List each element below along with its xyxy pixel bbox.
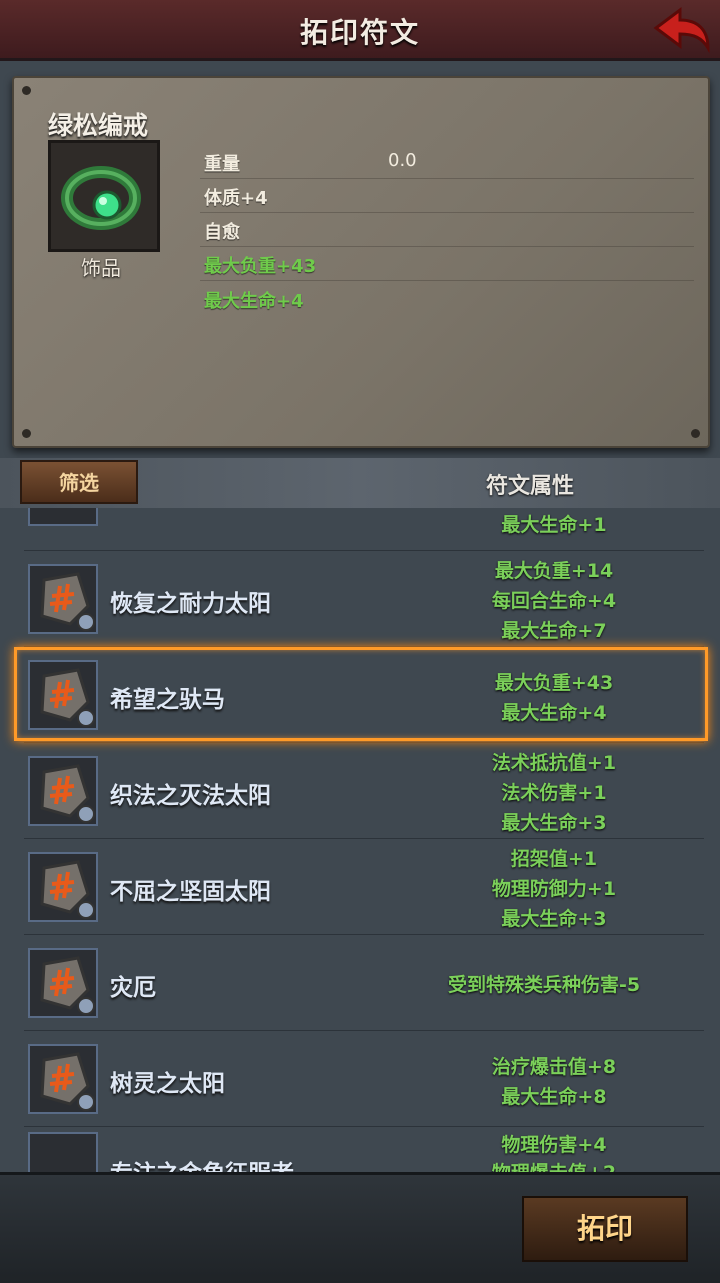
weight-value: 0.0 xyxy=(388,150,417,171)
rivet xyxy=(691,429,700,438)
rune-attr: 物理爆击值+2 xyxy=(404,1158,704,1172)
rune-attr: 最大生命+7 xyxy=(501,620,607,642)
rune-attr: 最大生命+3 xyxy=(501,812,607,834)
divider xyxy=(200,246,694,247)
divider xyxy=(24,1030,704,1031)
rune-stone-icon xyxy=(28,508,98,526)
divider xyxy=(200,212,694,213)
divider xyxy=(24,1126,704,1127)
divider xyxy=(24,742,704,743)
rune-attr: 招架值+1 xyxy=(510,848,598,870)
divider xyxy=(24,550,704,551)
divider xyxy=(200,280,694,281)
rune-stone-icon xyxy=(28,948,98,1018)
list-item[interactable]: 不屈之坚固太阳 招架值+1 物理防御力+1 最大生命+3 xyxy=(24,842,704,936)
filter-button[interactable]: 筛选 xyxy=(20,460,138,504)
rune-stone-icon xyxy=(28,564,98,634)
divider xyxy=(24,838,704,839)
rune-attr: 最大生命+3 xyxy=(501,908,607,930)
selected-row-highlight xyxy=(14,647,708,741)
stamp-button[interactable]: 拓印 xyxy=(522,1196,688,1262)
item-name: 绿松编戒 xyxy=(48,111,149,140)
rune-name: 恢复之耐力太阳 xyxy=(110,591,271,617)
rune-name: 灾厄 xyxy=(110,975,156,1001)
rune-stone-icon xyxy=(28,1132,98,1172)
list-item[interactable]: 专注之金角征服者 物理伤害+4 物理爆击值+2 xyxy=(24,1130,704,1172)
back-button[interactable] xyxy=(650,4,712,54)
rune-attr: 法术抵抗值+1 xyxy=(491,752,617,774)
rune-attr: 治疗爆击值+8 xyxy=(491,1056,617,1078)
divider xyxy=(200,178,694,179)
rune-stone-icon xyxy=(28,852,98,922)
list-item[interactable]: 树灵之太阳 治疗爆击值+8 最大生命+8 xyxy=(24,1034,704,1128)
list-item[interactable]: 织法之灭法太阳 法术抵抗值+1 法术伤害+1 最大生命+3 xyxy=(24,746,704,840)
rune-attr: 最大生命+1 xyxy=(501,514,607,536)
item-type: 饰品 xyxy=(81,256,121,280)
rune-attr: 每回合生命+4 xyxy=(491,590,617,612)
rune-stone-icon xyxy=(28,1044,98,1114)
weight-label: 重量 xyxy=(204,154,240,175)
page-title: 拓印符文 xyxy=(299,16,420,49)
rivet xyxy=(22,86,31,95)
rune-attributes-header: 符文属性 xyxy=(485,474,574,499)
rune-attr: 受到特殊类兵种伤害-5 xyxy=(447,974,641,996)
rune-stone-icon xyxy=(28,756,98,826)
rune-list[interactable]: 最大生命+1 恢复之耐力太阳 最大负重+14 每回合生命+4 最大生命+7 希望… xyxy=(0,508,720,1172)
back-arrow-icon xyxy=(653,7,710,54)
stat-line: 最大生命+4 xyxy=(204,291,304,312)
stat-line: 体质+4 xyxy=(204,188,268,209)
rune-attr: 最大负重+14 xyxy=(494,560,614,582)
rune-name: 树灵之太阳 xyxy=(110,1071,225,1097)
list-item[interactable]: 恢复之耐力太阳 最大负重+14 每回合生命+4 最大生命+7 xyxy=(24,554,704,648)
rune-attr: 最大生命+8 xyxy=(501,1086,607,1108)
stat-line: 最大负重+43 xyxy=(204,256,317,277)
rune-name: 织法之灭法太阳 xyxy=(110,783,271,809)
rune-attr: 法术伤害+1 xyxy=(501,782,607,804)
rune-name: 专注之金角征服者 xyxy=(110,1154,294,1172)
rune-attr: 物理防御力+1 xyxy=(491,878,617,900)
list-item[interactable]: 灾厄 受到特殊类兵种伤害-5 xyxy=(24,938,704,1032)
ring-icon xyxy=(48,140,160,252)
rune-name: 不屈之坚固太阳 xyxy=(110,879,271,905)
rune-attr: 物理伤害+4 xyxy=(501,1134,607,1156)
divider xyxy=(24,934,704,935)
stat-line: 自愈 xyxy=(204,222,240,243)
rivet xyxy=(22,429,31,438)
list-item[interactable]: 最大生命+1 xyxy=(24,508,704,540)
